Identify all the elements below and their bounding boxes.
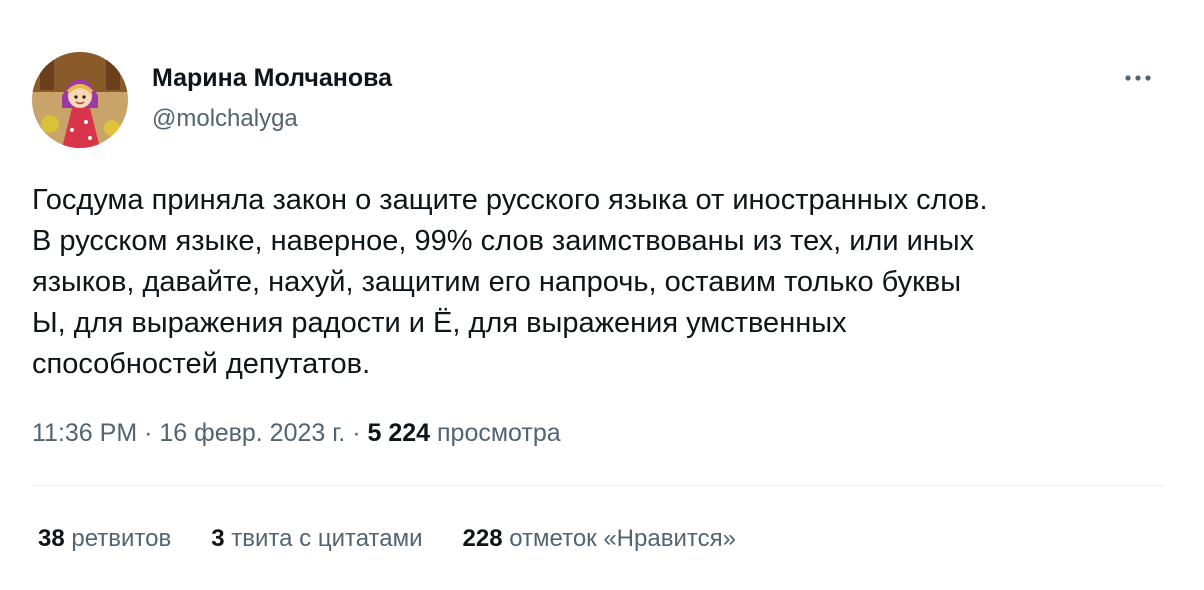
retweets-stat[interactable]: 38 ретвитов [38, 522, 171, 556]
avatar-image [32, 52, 128, 148]
avatar[interactable] [32, 52, 128, 148]
likes-count: 228 [462, 525, 503, 552]
divider [32, 485, 1164, 486]
tweet-stats: 38 ретвитов 3 твита с цитатами 228 отмет… [38, 522, 776, 556]
tweet-detail: Марина Молчанова @molchalyga Госдума при… [0, 0, 1204, 590]
user-handle[interactable]: @molchalyga [152, 104, 392, 134]
likes-stat[interactable]: 228 отметок «Нравится» [463, 522, 736, 556]
views-count: 5 224 [367, 419, 431, 447]
display-name[interactable]: Марина Молчанова [152, 62, 392, 94]
tweet-time[interactable]: 11:36 PM [32, 419, 137, 447]
tweet-date[interactable]: 16 февр. 2023 г. [159, 419, 345, 447]
tweet-meta: 11:36 PM · 16 февр. 2023 г. · 5 224 прос… [32, 416, 561, 450]
meta-separator: · [137, 419, 160, 447]
tweet-text: Госдума приняла закон о защите русского … [32, 184, 988, 380]
quotes-label: твита с цитатами [231, 525, 423, 552]
user-info: Марина Молчанова @molchalyga [152, 62, 392, 134]
quotes-count: 3 [211, 525, 225, 552]
quotes-stat[interactable]: 3 твита с цитатами [211, 522, 422, 556]
retweets-count: 38 [38, 525, 65, 552]
more-horizontal-icon [1125, 75, 1151, 81]
more-options-button[interactable] [1118, 60, 1158, 96]
likes-label: отметок «Нравится» [509, 525, 736, 552]
meta-separator: · [345, 419, 368, 447]
retweets-label: ретвитов [71, 525, 172, 552]
views-label: просмотра [437, 419, 561, 447]
